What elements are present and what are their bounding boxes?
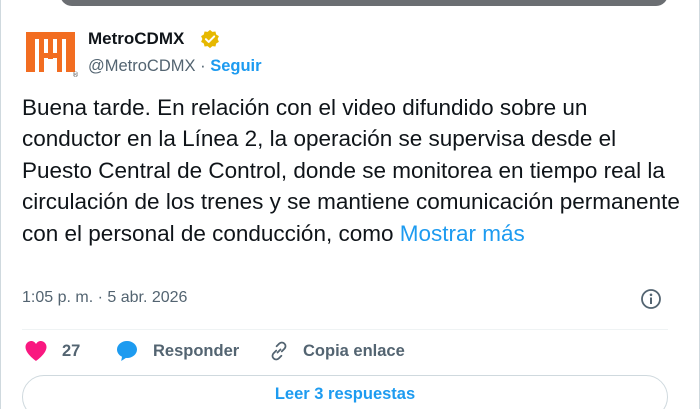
copy-link-button[interactable]: Copia enlace [268,339,405,363]
author-handle[interactable]: @MetroCDMX [88,57,196,75]
reply-label: Responder [153,341,240,360]
verified-badge-icon [201,29,219,49]
handle-separator: · [200,57,206,75]
actions-divider [22,329,668,330]
heart-icon [25,341,47,361]
reply-button[interactable]: Responder [115,339,239,363]
read-replies-label: Leer 3 respuestas [274,385,416,403]
tweet-text: Buena tarde. En relación con el video di… [22,95,680,246]
link-icon [271,341,287,361]
svg-text:®: ® [72,71,79,79]
like-count: 27 [62,341,81,360]
speech-bubble-icon [117,341,137,361]
show-more-link[interactable]: Mostrar más [400,221,525,246]
previous-media-preview[interactable] [60,0,668,6]
avatar[interactable]: ® [22,22,80,80]
copy-link-label: Copia enlace [303,341,405,360]
card-border-left [0,0,1,409]
info-icon[interactable] [640,288,662,310]
read-replies-button[interactable]: Leer 3 respuestas [22,375,668,409]
author-name[interactable]: MetroCDMX [88,29,184,49]
follow-button[interactable]: Seguir [210,57,261,75]
like-button[interactable]: 27 [24,339,80,363]
tweet-body: Buena tarde. En relación con el video di… [22,92,682,249]
tweet-timestamp[interactable]: 1:05 p. m. · 5 abr. 2026 [22,289,187,307]
metro-logo-icon: ® [26,32,79,79]
handle-row: @MetroCDMX · Seguir [88,57,262,76]
